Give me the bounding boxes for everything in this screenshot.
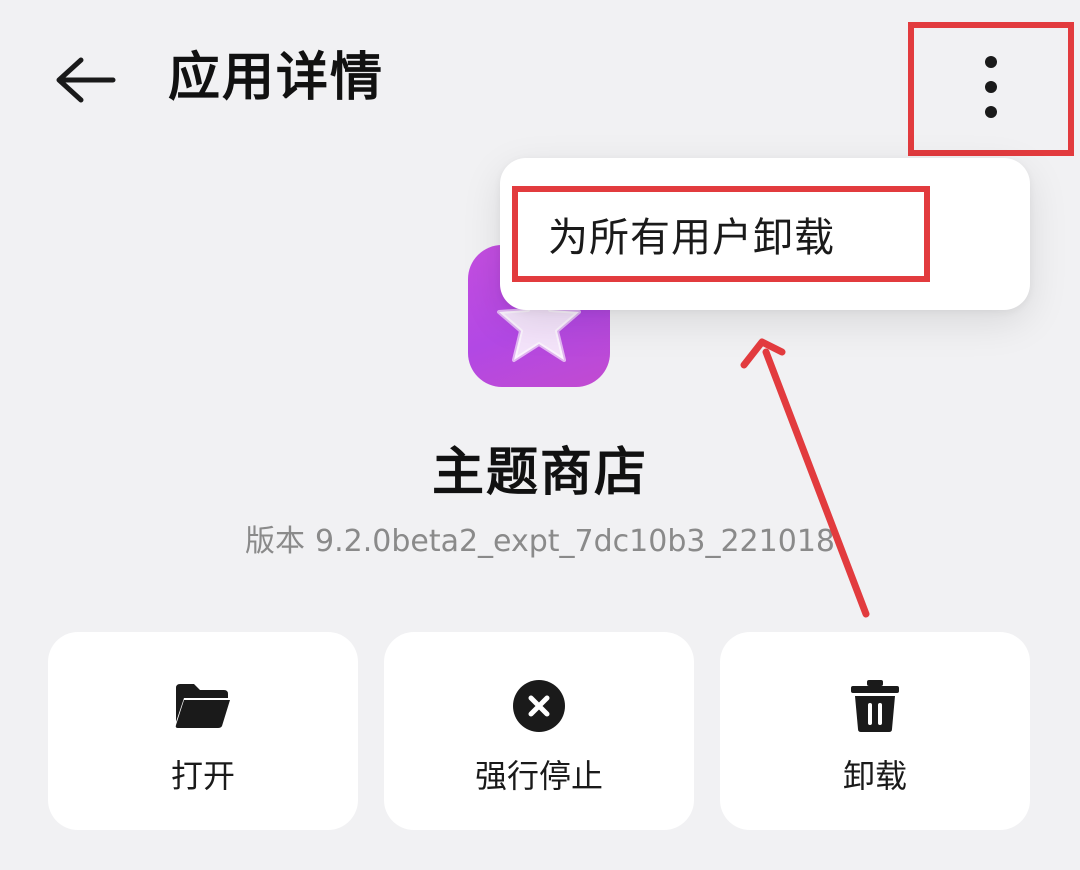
open-button[interactable]: 打开 — [48, 632, 358, 830]
force-stop-label: 强行停止 — [474, 757, 603, 795]
page-title: 应用详情 — [168, 48, 385, 108]
more-options-button[interactable] — [908, 22, 1074, 156]
app-version: 版本 9.2.0beta2_expt_7dc10b3_221018 — [0, 520, 1080, 564]
close-circle-icon — [513, 680, 565, 732]
more-vertical-icon — [985, 56, 997, 118]
trash-icon — [851, 680, 899, 732]
folder-icon — [175, 684, 230, 728]
force-stop-button[interactable]: 强行停止 — [384, 632, 694, 830]
version-value: 9.2.0beta2_expt_7dc10b3_221018 — [314, 524, 835, 559]
back-button[interactable] — [40, 40, 130, 120]
overflow-menu: 为所有用户卸载 — [500, 158, 1030, 310]
back-arrow-icon — [56, 57, 116, 103]
version-label: 版本 — [244, 524, 305, 559]
app-name: 主题商店 — [431, 443, 648, 503]
menu-item-uninstall-all-users[interactable]: 为所有用户卸载 — [512, 186, 930, 282]
open-label: 打开 — [170, 757, 235, 795]
uninstall-button[interactable]: 卸载 — [720, 632, 1030, 830]
uninstall-label: 卸载 — [842, 757, 907, 795]
app-bar: 应用详情 — [0, 0, 1080, 160]
